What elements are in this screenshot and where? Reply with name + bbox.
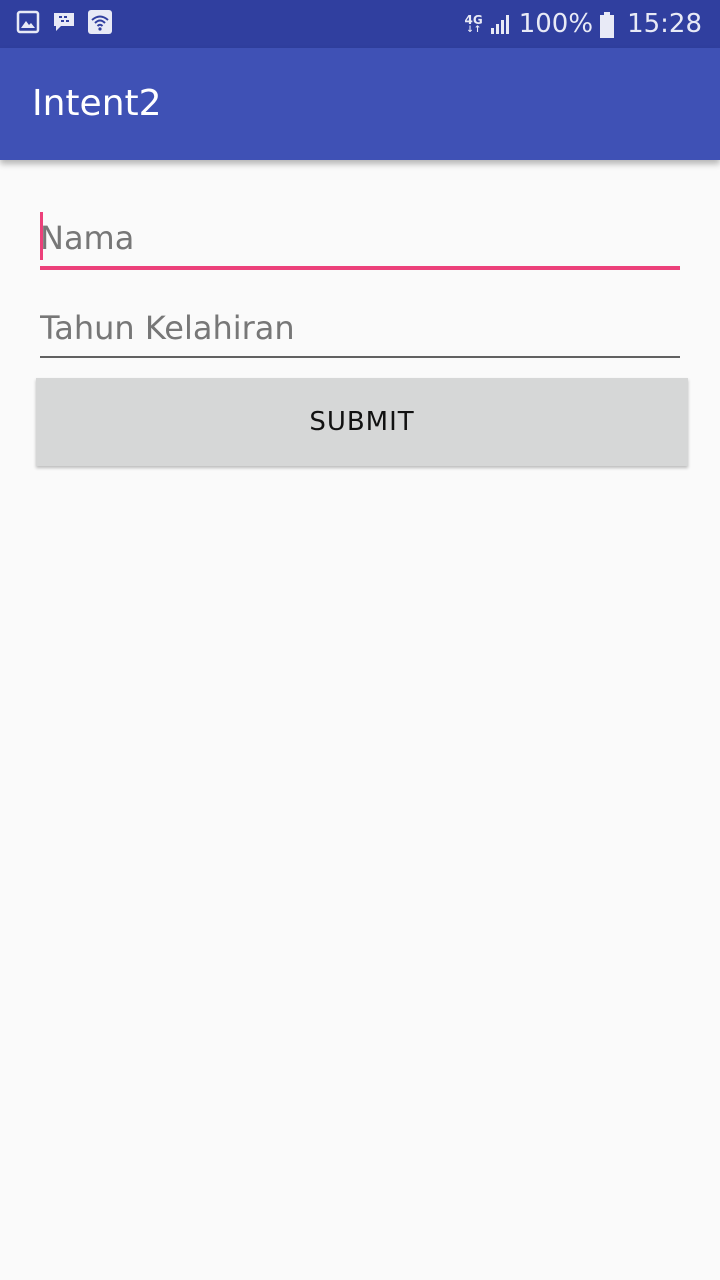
network-type-label: 4G bbox=[464, 12, 483, 27]
text-cursor bbox=[40, 212, 43, 260]
clock: 15:28 bbox=[627, 9, 702, 39]
signal-icon bbox=[489, 12, 513, 36]
tahun-kelahiran-input[interactable] bbox=[40, 304, 680, 352]
data-arrows-icon: ↓↑ bbox=[466, 24, 482, 35]
nama-field[interactable] bbox=[40, 208, 680, 270]
bbm-icon bbox=[52, 10, 76, 34]
status-bar: 4G ↓↑ 100% 15:28 bbox=[0, 0, 720, 48]
app-bar: Intent2 bbox=[0, 48, 720, 160]
submit-button[interactable]: SUBMIT bbox=[36, 378, 688, 466]
battery-percent: 100% bbox=[518, 9, 594, 39]
gallery-icon bbox=[16, 10, 40, 34]
wifi-icon bbox=[88, 10, 112, 34]
nama-input[interactable] bbox=[40, 214, 680, 262]
system-status: 4G ↓↑ 100% 15:28 bbox=[465, 6, 702, 42]
tahun-kelahiran-field[interactable] bbox=[40, 300, 680, 358]
notification-icons bbox=[16, 10, 112, 34]
nama-underline bbox=[40, 266, 680, 270]
tahun-kelahiran-underline bbox=[40, 356, 680, 358]
network-indicator: 4G ↓↑ bbox=[465, 14, 483, 35]
battery-icon bbox=[599, 12, 615, 38]
app-title: Intent2 bbox=[32, 83, 162, 124]
